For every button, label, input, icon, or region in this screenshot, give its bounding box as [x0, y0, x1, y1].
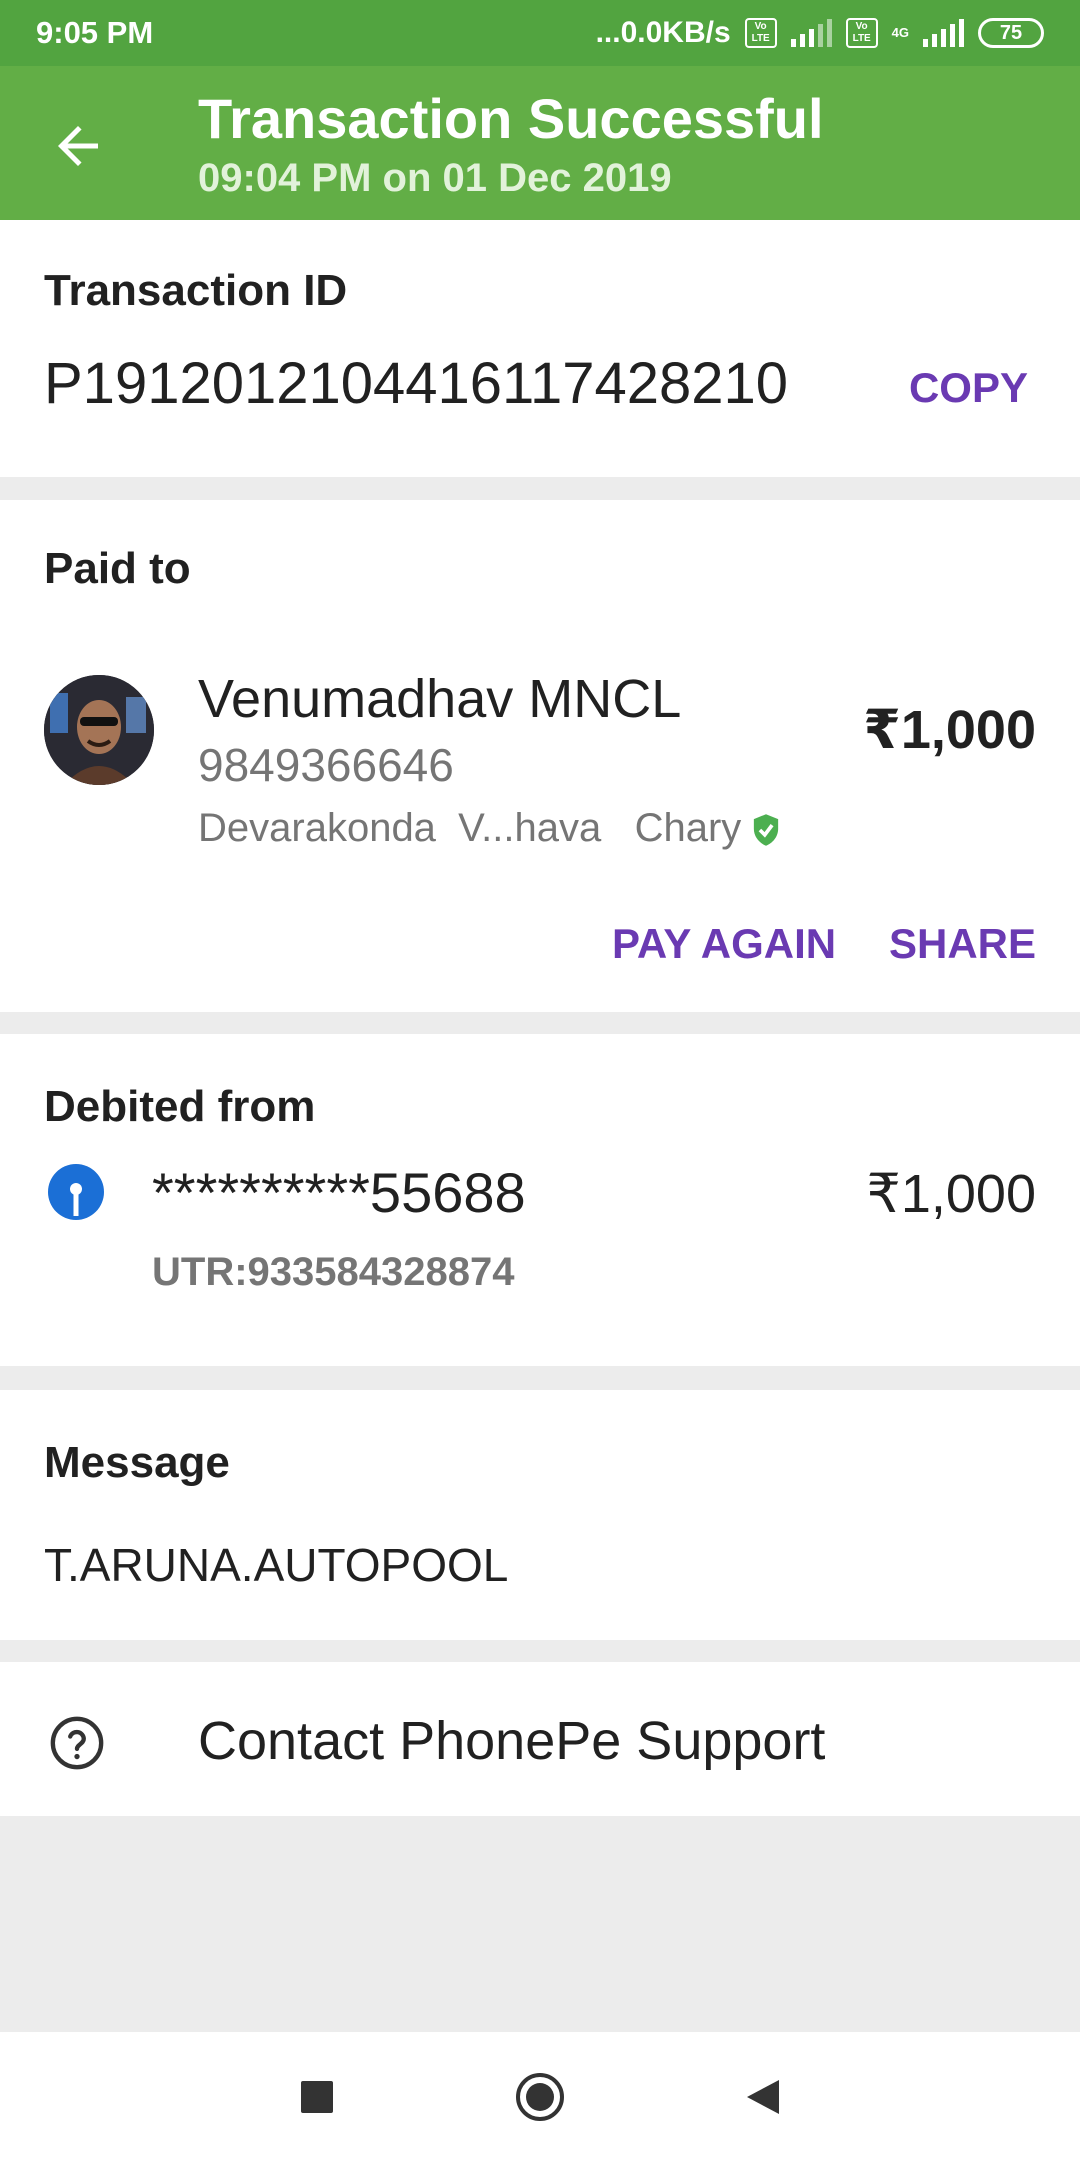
signal-icon: [790, 19, 832, 47]
back-button[interactable]: [738, 2072, 788, 2122]
sbi-icon: [48, 1164, 104, 1220]
account-number: **********55688: [152, 1161, 526, 1224]
app-bar: Transaction Successful 09:04 PM on 01 De…: [0, 66, 1080, 220]
home-button[interactable]: [515, 2072, 565, 2122]
contact-support-label: Contact PhonePe Support: [198, 1711, 826, 1771]
message-label: Message: [44, 1438, 230, 1487]
status-icons: ...0.0KB/s Vo LTE Vo LTE 4G 75: [596, 16, 1044, 50]
volte-icon: Vo LTE: [845, 18, 878, 48]
share-button[interactable]: SHARE: [889, 920, 1036, 968]
volte-icon: Vo LTE: [744, 18, 777, 48]
back-arrow-icon[interactable]: [48, 116, 108, 176]
network-type: 4G: [891, 25, 909, 40]
payee-phone: 9849366646: [198, 739, 454, 791]
debited-from-label: Debited from: [44, 1082, 316, 1131]
payee-name: Venumadhav MNCL: [198, 669, 682, 729]
transaction-card: Transaction ID P1912012104416117428210 C…: [0, 220, 1080, 477]
status-time: 9:05 PM: [36, 15, 154, 50]
paid-to-card: Paid to Venumadhav MNCL 9849366646 Devar…: [0, 500, 1080, 1012]
payee-bank-name-text: Devarakonda V...hava Chary: [198, 806, 742, 850]
paid-amount: ₹1,000: [863, 700, 1036, 760]
home-circle-icon: [516, 2073, 564, 2121]
verified-shield-icon: [754, 814, 779, 847]
payee-bank-name: Devarakonda V...hava Chary: [198, 806, 781, 851]
signal-icon: [923, 19, 964, 47]
utr-number: UTR:933584328874: [152, 1250, 515, 1294]
battery-icon: 75: [978, 18, 1044, 48]
debited-from-card: Debited from **********55688 ₹1,000 UTR:…: [0, 1034, 1080, 1366]
help-circle-icon: [50, 1716, 104, 1770]
pay-again-button[interactable]: PAY AGAIN: [612, 920, 836, 968]
avatar: [44, 675, 154, 785]
net-speed: ...0.0KB/s: [595, 16, 731, 49]
recents-square-icon: [301, 2081, 333, 2113]
message-card: Message T.ARUNA.AUTOPOOL: [0, 1390, 1080, 1640]
copy-button[interactable]: COPY: [909, 364, 1028, 412]
status-bar: 9:05 PM ...0.0KB/s Vo LTE Vo LTE 4G 75: [0, 0, 1080, 66]
transaction-id: P1912012104416117428210: [44, 351, 789, 416]
paid-to-label: Paid to: [44, 544, 191, 593]
message-text: T.ARUNA.AUTOPOOL: [44, 1539, 509, 1591]
support-row[interactable]: Contact PhonePe Support: [0, 1662, 1080, 1816]
payee-photo: [44, 675, 154, 785]
transaction-id-label: Transaction ID: [44, 266, 348, 315]
system-nav-bar: [0, 2032, 1080, 2160]
debited-amount: ₹1,000: [866, 1164, 1037, 1224]
back-triangle-icon: [747, 2080, 779, 2114]
page-subtitle: 09:04 PM on 01 Dec 2019: [198, 156, 672, 200]
page-title: Transaction Successful: [198, 87, 824, 150]
recents-button[interactable]: [292, 2072, 342, 2122]
